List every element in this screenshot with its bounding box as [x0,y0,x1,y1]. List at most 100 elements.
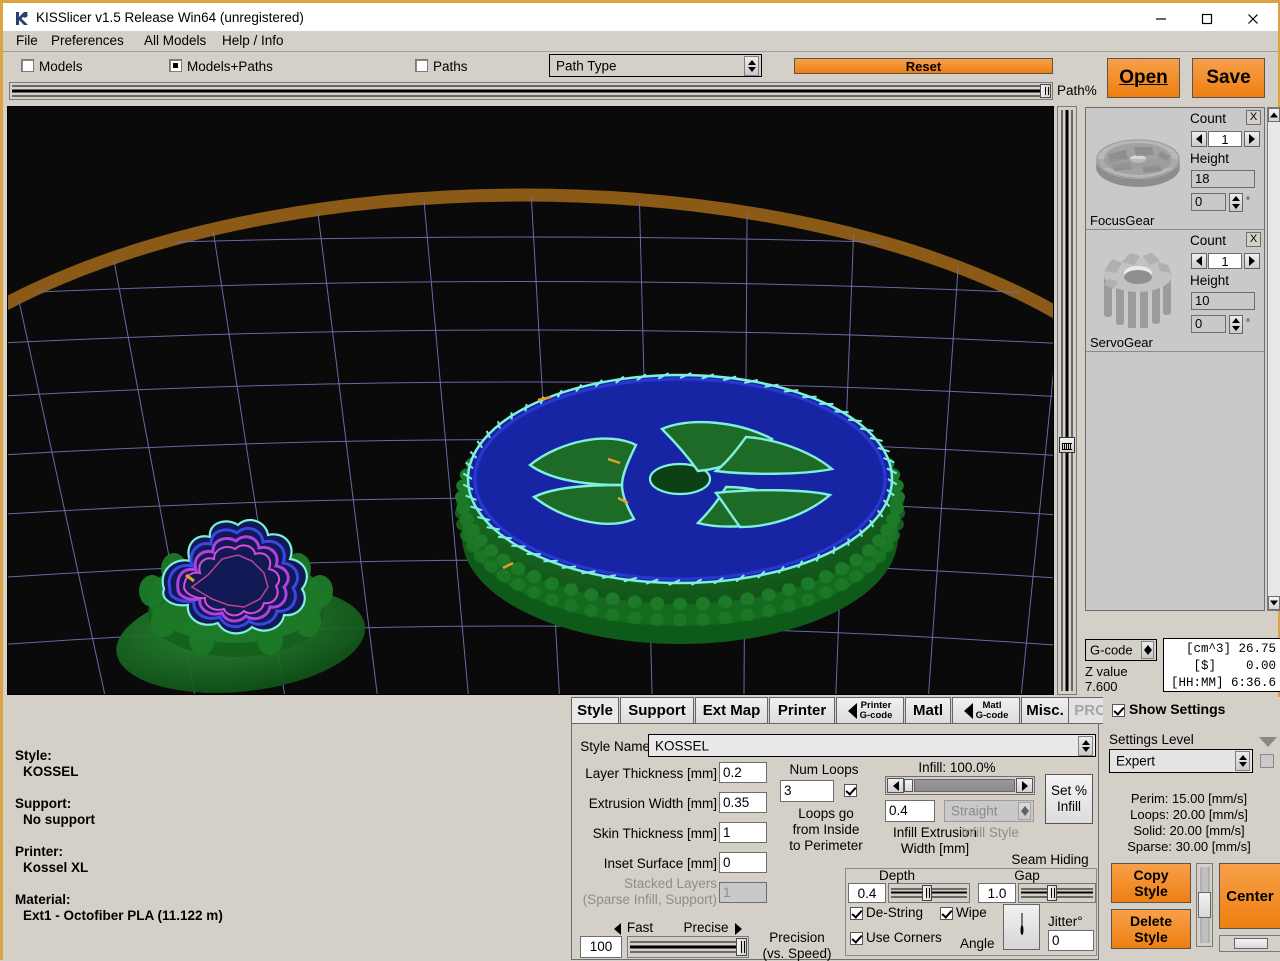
infill-slider-thumb[interactable] [904,779,913,792]
path-type-spinner-icon[interactable] [744,56,759,76]
focusgear-count-decrement[interactable] [1191,131,1207,147]
output-format-spinner-icon[interactable] [1141,641,1154,659]
layer-thickness-input[interactable]: 0.2 [719,762,767,783]
tab-matl-gcode[interactable]: MatlG-code [952,697,1020,724]
scroll-up-icon[interactable] [1268,108,1280,122]
show-settings-checkbox[interactable] [1112,704,1125,717]
infill-slider[interactable] [885,776,1035,795]
servogear-count-value[interactable]: 1 [1208,253,1242,269]
servogear-height-value[interactable]: 10 [1191,292,1255,310]
tab-style[interactable]: Style [571,697,619,724]
style-list-vertical-slider[interactable] [1196,863,1213,947]
servogear-count-decrement[interactable] [1191,253,1207,269]
gap-slider[interactable] [1018,883,1096,903]
style-list-vslider-thumb[interactable] [1198,892,1211,918]
style-name-combo[interactable]: KOSSEL [648,734,1096,757]
settings-level-combo[interactable]: Expert [1109,749,1253,773]
menu-all-models[interactable]: All Models [141,33,209,48]
output-format-combo[interactable]: G-code [1085,639,1157,661]
menu-file[interactable]: File [13,33,41,48]
layer-height-slider[interactable] [1057,106,1077,695]
tab-printer[interactable]: Printer [769,697,835,724]
gap-slider-thumb[interactable] [1047,885,1057,901]
focusgear-rotation-spinner-icon[interactable] [1229,193,1243,212]
style-name-spinner-icon[interactable] [1078,736,1093,756]
tab-printer-gcode[interactable]: PrinterG-code [836,697,904,724]
window-title: KISSlicer v1.5 Release Win64 (unregister… [36,10,304,25]
path-percent-thumb[interactable] [1040,84,1051,98]
menu-help-info[interactable]: Help / Info [219,33,287,48]
tab-misc[interactable]: Misc. [1021,697,1069,724]
save-button[interactable]: Save [1192,58,1265,98]
precision-slider[interactable] [627,936,749,958]
precision-slider-thumb[interactable] [736,938,747,956]
focusgear-remove-button[interactable]: X [1246,110,1261,125]
tab-ext-map[interactable]: Ext Map [695,697,768,724]
copy-style-l2: Style [1134,883,1167,899]
models-paths-radio[interactable] [169,59,182,72]
de-string-checkbox[interactable] [850,907,863,920]
jitter-input[interactable]: 0 [1048,930,1094,951]
models-paths-label: Models+Paths [187,59,273,74]
extrusion-width-input[interactable]: 0.35 [719,792,767,813]
num-loops-checkbox[interactable] [844,784,857,797]
copy-style-button[interactable]: Copy Style [1111,863,1191,903]
wipe-checkbox[interactable] [940,907,953,920]
model-card-focusgear[interactable]: X Count 1 Height 18 0 ° FocusGear [1086,108,1264,230]
settings-level-extra-checkbox[interactable] [1260,754,1274,768]
focusgear-count-value[interactable]: 1 [1208,131,1242,147]
inset-surface-input[interactable]: 0 [719,852,767,873]
settings-level-collapse-icon[interactable] [1259,737,1277,747]
models-checkbox[interactable] [21,59,34,72]
infill-extrusion-width-input[interactable]: 0.4 [885,800,935,822]
path-type-combo[interactable]: Path Type [549,54,762,77]
infill-slider-right-arrow-icon[interactable] [1016,778,1033,793]
depth-slider-thumb[interactable] [922,885,932,901]
set-percent-infill-button[interactable]: Set % Infill [1045,774,1093,824]
view-mode-models-paths[interactable]: Models+Paths [169,59,273,74]
center-horizontal-slider[interactable] [1219,935,1280,952]
info-style-label: Style: [15,748,52,763]
depth-value[interactable]: 0.4 [848,883,886,903]
focusgear-count-increment[interactable] [1244,131,1260,147]
open-button[interactable]: Open [1107,58,1180,98]
3d-viewport[interactable] [7,106,1054,695]
tab-matl[interactable]: Matl [905,697,951,724]
path-percent-slider[interactable] [9,82,1053,100]
precision-right-arrow-icon[interactable] [735,923,742,935]
paths-checkbox[interactable] [415,59,428,72]
servogear-rotation-spinner-icon[interactable] [1229,315,1243,334]
layer-slider-thumb[interactable] [1059,437,1075,453]
angle-dial[interactable] [1003,904,1040,950]
view-mode-models[interactable]: Models [21,59,83,74]
minimize-button[interactable] [1138,3,1184,34]
depth-slider[interactable] [888,883,970,903]
focusgear-height-value[interactable]: 18 [1191,170,1255,188]
center-hslider-thumb[interactable] [1234,938,1268,949]
servogear-rotation-value[interactable]: 0 [1191,315,1226,333]
servogear-remove-button[interactable]: X [1246,232,1261,247]
focusgear-rotation-value[interactable]: 0 [1191,193,1226,211]
precision-left-arrow-icon[interactable] [614,923,621,935]
view-mode-paths[interactable]: Paths [415,59,468,74]
info-printer-value: Kossel XL [23,860,88,875]
scroll-down-icon[interactable] [1268,596,1280,610]
reset-button[interactable]: Reset [794,58,1053,74]
close-button[interactable] [1230,3,1276,34]
settings-level-spinner-icon[interactable] [1235,751,1250,771]
precision-value-input[interactable]: 100 [580,936,622,958]
menu-preferences[interactable]: Preferences [48,33,127,48]
infill-slider-left-arrow-icon[interactable] [887,778,904,793]
num-loops-input[interactable]: 3 [780,780,834,802]
use-corners-checkbox[interactable] [850,932,863,945]
delete-style-button[interactable]: Delete Style [1111,909,1191,949]
gap-value[interactable]: 1.0 [978,883,1016,903]
model-list-scrollbar[interactable] [1267,107,1280,611]
skin-thickness-input[interactable]: 1 [719,822,767,843]
model-card-servogear[interactable]: X Count 1 Height 10 0 ° ServoGear [1086,230,1264,352]
matl-gcode-label: MatlG-code [976,701,1009,721]
servogear-count-increment[interactable] [1244,253,1260,269]
center-button[interactable]: Center [1219,863,1280,929]
maximize-button[interactable] [1184,3,1230,34]
tab-support[interactable]: Support [620,697,694,724]
